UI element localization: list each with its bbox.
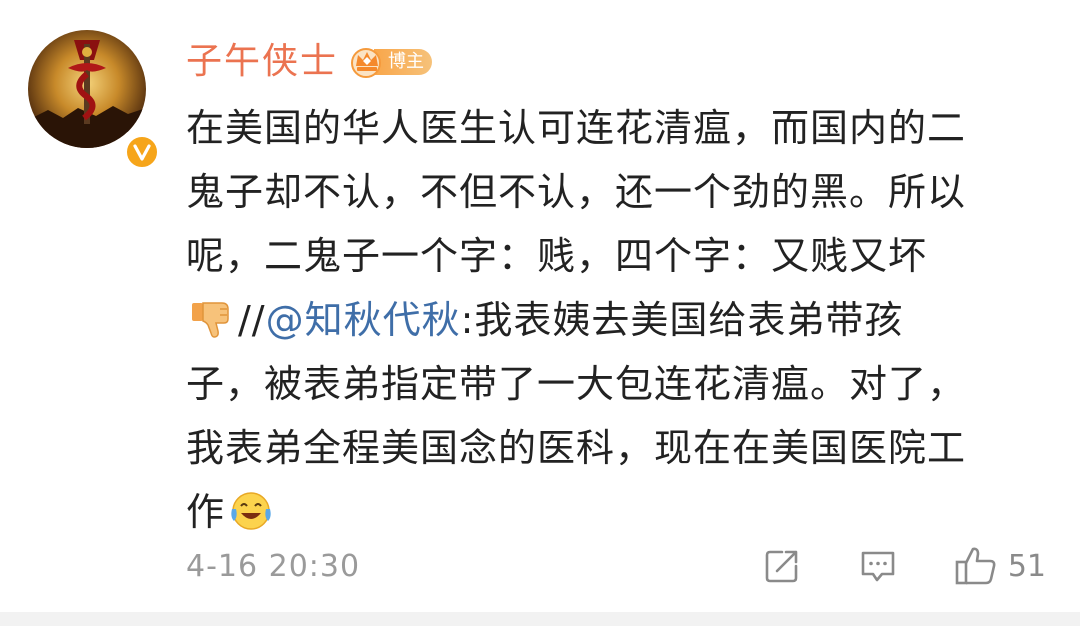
comment-line-2: 鬼子却不认，不但不认，还一个劲的黑。所以 (186, 170, 967, 214)
comment-card: 子午侠士 博主 在美国的华人医生认可连花清瘟，而国内的二 鬼子却不认，不但不认，… (0, 0, 1080, 612)
share-icon (765, 550, 798, 583)
crown-icon (351, 48, 382, 78)
comment-icon (861, 551, 895, 582)
quoted-last-line: 作 (186, 480, 1056, 544)
bottom-divider (0, 612, 1080, 626)
username[interactable]: 子午侠士 (186, 38, 338, 86)
like-count: 51 (1007, 548, 1046, 584)
thumbs-down-emoji-icon (192, 302, 229, 338)
verified-badge-icon (124, 134, 160, 170)
quoted-last-text: 作 (186, 490, 226, 534)
comment-line-1: 在美国的华人医生认可连花清瘟，而国内的二 (186, 106, 967, 150)
share-button[interactable] (762, 546, 802, 586)
comment-line-3: 呢，二鬼子一个字：贱，四个字：又贱又坏 (186, 234, 928, 278)
timestamp: 4-16 20:30 (186, 548, 361, 584)
comment-button[interactable] (858, 546, 898, 586)
repost-line: //@知秋代秋:我表姨去美国给表弟带孩 (186, 288, 1056, 352)
quoted-line-2: 子，被表弟指定带了一大包连花清瘟。对了， (186, 362, 967, 406)
comment-footer: 4-16 20:30 51 (186, 540, 1046, 592)
mention-link[interactable]: @知秋代秋 (266, 298, 461, 342)
quoted-text-line-1: :我表姨去美国给表弟带孩 (460, 298, 904, 342)
like-icon (955, 547, 996, 585)
avatar-image (28, 30, 146, 148)
avatar-container[interactable] (28, 30, 160, 170)
comment-content: 在美国的华人医生认可连花清瘟，而国内的二 鬼子却不认，不但不认，还一个劲的黑。所… (186, 96, 1056, 544)
quoted-line-3: 我表弟全程美国念的医科，现在在美国医院工 (186, 426, 967, 470)
repost-separator: // (238, 298, 266, 342)
like-button[interactable]: 51 (954, 544, 1046, 588)
avatar[interactable] (28, 30, 146, 148)
username-row: 子午侠士 博主 (186, 38, 433, 86)
poster-badge: 博主 (350, 46, 433, 78)
laughing-crying-emoji-icon (231, 492, 271, 530)
